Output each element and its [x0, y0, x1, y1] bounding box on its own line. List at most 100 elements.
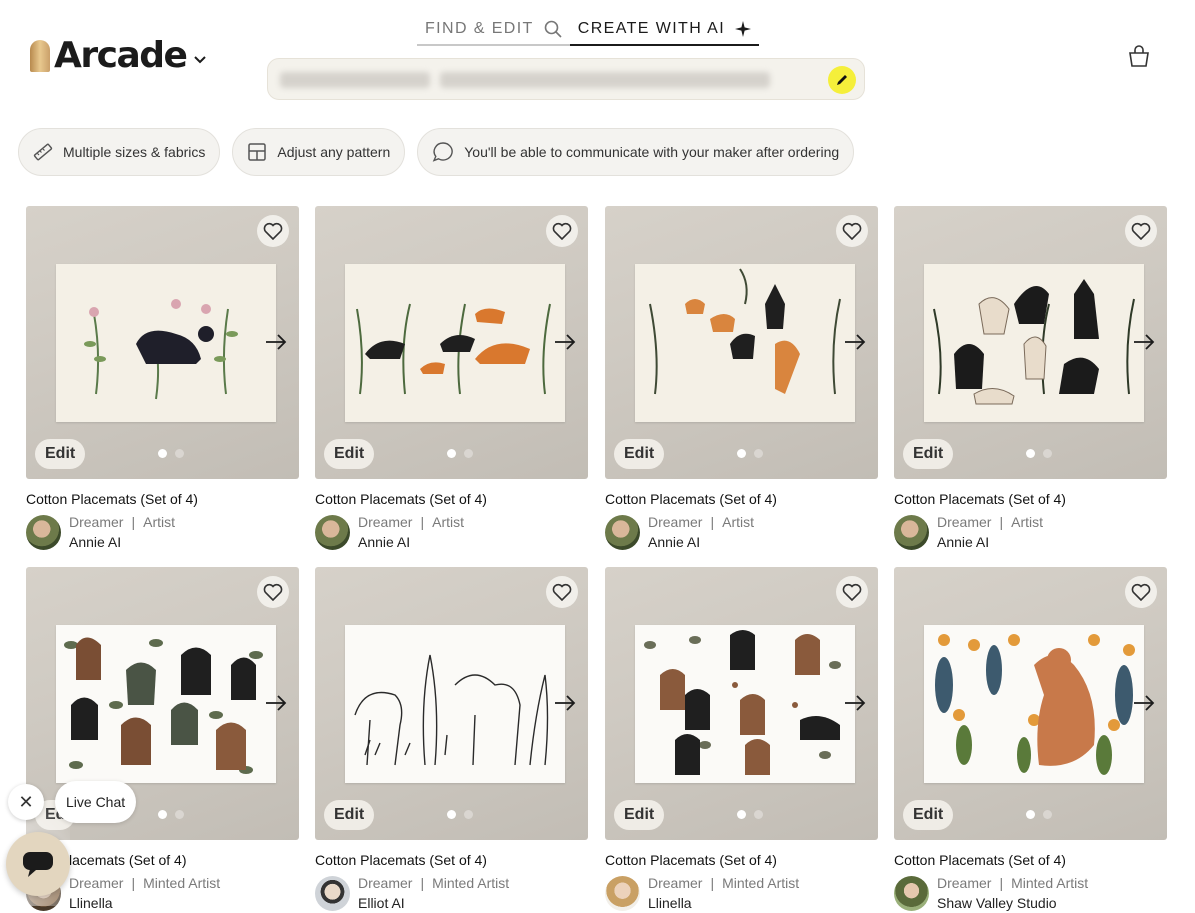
author-name[interactable]: Shaw Valley Studio — [937, 893, 1088, 913]
roles-line: Dreamer | Artist — [358, 512, 464, 532]
product-title[interactable]: Cotton Placemats (Set of 4) — [605, 491, 878, 509]
author-name[interactable]: Annie AI — [358, 532, 464, 552]
product-title[interactable]: Cotton Placemats (Set of 4) — [605, 852, 878, 870]
edit-button[interactable]: Edit — [903, 439, 954, 469]
chat-icon — [23, 852, 53, 877]
edit-button[interactable]: Edit — [614, 439, 665, 469]
edit-button[interactable]: Edit — [903, 800, 954, 830]
live-chat-label: Live Chat — [66, 794, 126, 810]
author-name[interactable]: Elliot AI — [358, 893, 509, 913]
arcade-logo-mark — [30, 40, 50, 72]
favorite-button[interactable] — [257, 215, 289, 247]
avatar[interactable] — [315, 515, 350, 550]
dot-active[interactable] — [447, 810, 456, 819]
product-card[interactable]: Edit Cotton Placemats (Set of 4) Dreamer… — [894, 567, 1167, 913]
live-chat-bubble[interactable]: Live Chat — [55, 781, 137, 823]
avatar[interactable] — [26, 515, 61, 550]
edit-button[interactable]: Edit — [35, 439, 86, 469]
product-title[interactable]: Cotton Placemats (Set of 4) — [315, 852, 588, 870]
shopping-bag-icon[interactable] — [1127, 44, 1151, 68]
author-name[interactable]: Annie AI — [937, 532, 1043, 552]
dot[interactable] — [175, 810, 184, 819]
mode-tabs: FIND & EDIT CREATE WITH AI — [417, 13, 760, 46]
edit-prompt-button[interactable] — [828, 66, 856, 94]
ai-prompt-input[interactable] — [267, 58, 865, 100]
dot-active[interactable] — [158, 810, 167, 819]
favorite-button[interactable] — [1125, 576, 1157, 608]
product-card[interactable]: Edit Cotton Placemats (Set of 4) Dreamer… — [315, 567, 588, 913]
next-image-arrow[interactable] — [1133, 330, 1155, 356]
edit-button[interactable]: Edit — [614, 800, 665, 830]
product-title[interactable]: Cotton Placemats (Set of 4) — [315, 491, 588, 509]
author-name[interactable]: Annie AI — [69, 532, 175, 552]
chat-launcher-button[interactable] — [6, 832, 70, 896]
dot[interactable] — [754, 449, 763, 458]
dot[interactable] — [1043, 810, 1052, 819]
chip-communicate[interactable]: You'll be able to communicate with your … — [417, 128, 855, 176]
chat-bubble-icon — [432, 142, 454, 162]
placemat-illustration — [56, 264, 276, 422]
heart-icon — [263, 222, 283, 240]
chevron-down-icon[interactable] — [194, 51, 207, 67]
chip-adjust-pattern[interactable]: Adjust any pattern — [232, 128, 406, 176]
dot-active[interactable] — [1026, 449, 1035, 458]
dot-active[interactable] — [737, 449, 746, 458]
separator: | — [710, 514, 715, 530]
role-dreamer: Dreamer — [937, 514, 992, 530]
product-card[interactable]: Edit Cotton Placemats (Set of 4) Dreamer… — [894, 206, 1167, 552]
next-image-arrow[interactable] — [554, 691, 576, 717]
next-image-arrow[interactable] — [1133, 691, 1155, 717]
dot[interactable] — [464, 810, 473, 819]
product-title[interactable]: Cotton Placemats (Set of 4) — [26, 491, 299, 509]
dot[interactable] — [175, 449, 184, 458]
favorite-button[interactable] — [836, 576, 868, 608]
avatar[interactable] — [894, 515, 929, 550]
favorite-button[interactable] — [257, 576, 289, 608]
carousel-dots — [1026, 449, 1052, 458]
product-image[interactable]: Edit — [26, 206, 299, 479]
product-image[interactable]: Edit — [315, 567, 588, 840]
product-image[interactable]: Edit — [605, 206, 878, 479]
dot[interactable] — [464, 449, 473, 458]
edit-button[interactable]: Edit — [324, 800, 375, 830]
pencil-icon — [837, 75, 847, 85]
product-image[interactable]: Edit — [894, 567, 1167, 840]
edit-button[interactable]: Edit — [324, 439, 375, 469]
author-name[interactable]: Annie AI — [648, 532, 754, 552]
favorite-button[interactable] — [546, 576, 578, 608]
carousel-dots — [447, 449, 473, 458]
next-image-arrow[interactable] — [844, 330, 866, 356]
dot[interactable] — [754, 810, 763, 819]
author-name[interactable]: Llinella — [69, 893, 220, 913]
tab-find-edit[interactable]: FIND & EDIT — [417, 13, 570, 46]
product-card[interactable]: Edit Cotton Placemats (Set of 4) Dreamer… — [315, 206, 588, 552]
product-card[interactable]: Edit Cotton Placemats (Set of 4) Dreamer… — [26, 206, 299, 552]
product-card[interactable]: Edit Cotton Placemats (Set of 4) Dreamer… — [605, 567, 878, 913]
product-title[interactable]: Cotton Placemats (Set of 4) — [894, 852, 1167, 870]
dot-active[interactable] — [158, 449, 167, 458]
next-image-arrow[interactable] — [844, 691, 866, 717]
tab-create-with-ai[interactable]: CREATE WITH AI — [569, 13, 760, 46]
next-image-arrow[interactable] — [265, 330, 287, 356]
product-image[interactable]: Edit — [894, 206, 1167, 479]
logo-text: Arcade — [54, 35, 188, 76]
dot-active[interactable] — [1026, 810, 1035, 819]
favorite-button[interactable] — [546, 215, 578, 247]
arcade-logo[interactable]: Arcade — [30, 35, 207, 76]
dot[interactable] — [1043, 449, 1052, 458]
dot-active[interactable] — [737, 810, 746, 819]
close-chat-button[interactable]: ✕ — [8, 784, 44, 820]
next-image-arrow[interactable] — [265, 691, 287, 717]
arrow-right-icon — [845, 334, 866, 350]
dot-active[interactable] — [447, 449, 456, 458]
product-image[interactable]: Edit — [315, 206, 588, 479]
product-card[interactable]: Edit Cotton Placemats (Set of 4) Dreamer… — [605, 206, 878, 552]
favorite-button[interactable] — [836, 215, 868, 247]
next-image-arrow[interactable] — [554, 330, 576, 356]
favorite-button[interactable] — [1125, 215, 1157, 247]
product-title[interactable]: Cotton Placemats (Set of 4) — [894, 491, 1167, 509]
chip-sizes-fabrics[interactable]: Multiple sizes & fabrics — [18, 128, 221, 176]
product-image[interactable]: Edit — [605, 567, 878, 840]
avatar[interactable] — [605, 515, 640, 550]
author-name[interactable]: Llinella — [648, 893, 799, 913]
